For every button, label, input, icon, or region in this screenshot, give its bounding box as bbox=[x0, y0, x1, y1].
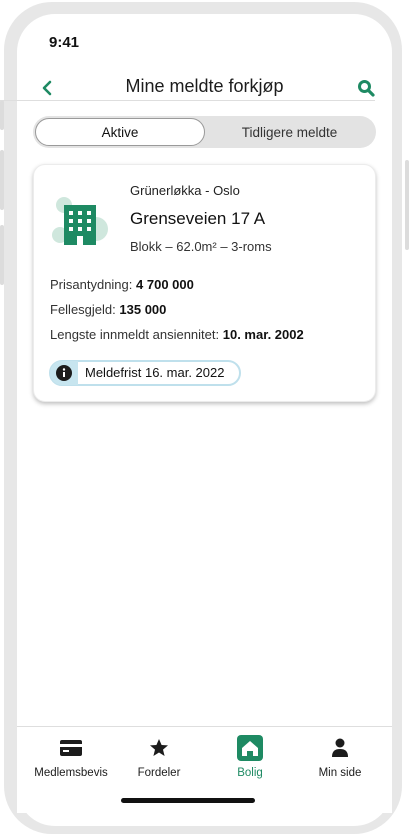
listing-address: Grenseveien 17 A bbox=[130, 209, 266, 228]
listing-district: Grünerløkka - Oslo bbox=[130, 183, 240, 198]
membership-card-icon bbox=[60, 740, 82, 756]
tab-label: Min side bbox=[318, 767, 362, 779]
tab-medlemsbevis[interactable]: Medlemsbevis bbox=[26, 735, 116, 789]
side-button bbox=[0, 225, 4, 285]
content-layer: Aktive Tidligere meldte Grünerløkka - Os… bbox=[17, 0, 392, 840]
side-button bbox=[0, 100, 4, 130]
common-debt-label: Fellesgjeld: bbox=[50, 302, 116, 317]
common-debt-row: Fellesgjeld: 135 000 bbox=[50, 302, 166, 317]
tab-min-side[interactable]: Min side bbox=[295, 735, 385, 789]
tab-bolig[interactable]: Bolig bbox=[205, 735, 295, 789]
apartment-building-icon bbox=[52, 197, 108, 245]
seniority-label: Lengste innmeldt ansiennitet: bbox=[50, 327, 220, 342]
home-icon bbox=[237, 735, 263, 761]
tab-aktive[interactable]: Aktive bbox=[35, 118, 205, 146]
listing-card[interactable]: Grünerløkka - Oslo Grenseveien 17 A Blok… bbox=[33, 164, 376, 402]
tab-fordeler[interactable]: Fordeler bbox=[114, 735, 204, 789]
side-button bbox=[405, 160, 409, 250]
segmented-control: Aktive Tidligere meldte bbox=[33, 116, 376, 148]
star-icon bbox=[150, 739, 168, 756]
info-icon bbox=[50, 361, 78, 385]
home-indicator bbox=[121, 798, 255, 803]
side-button bbox=[0, 150, 4, 210]
person-icon bbox=[332, 738, 348, 757]
tab-label: Bolig bbox=[237, 767, 263, 779]
price-row: Prisantydning: 4 700 000 bbox=[50, 277, 194, 292]
tab-tidligere-meldte[interactable]: Tidligere meldte bbox=[205, 118, 374, 146]
tab-label: Medlemsbevis bbox=[34, 767, 108, 779]
price-label: Prisantydning: bbox=[50, 277, 133, 292]
listing-type: Blokk – 62.0m² – 3-roms bbox=[130, 239, 272, 254]
common-debt-value: 135 000 bbox=[119, 302, 167, 317]
seniority-value: 10. mar. 2002 bbox=[222, 327, 304, 342]
deadline-text: Meldefrist 16. mar. 2022 bbox=[85, 365, 225, 380]
price-value: 4 700 000 bbox=[136, 277, 194, 292]
seniority-row: Lengste innmeldt ansiennitet: 10. mar. 2… bbox=[50, 327, 304, 342]
tab-label: Fordeler bbox=[137, 767, 181, 779]
deadline-badge: Meldefrist 16. mar. 2022 bbox=[49, 360, 241, 386]
